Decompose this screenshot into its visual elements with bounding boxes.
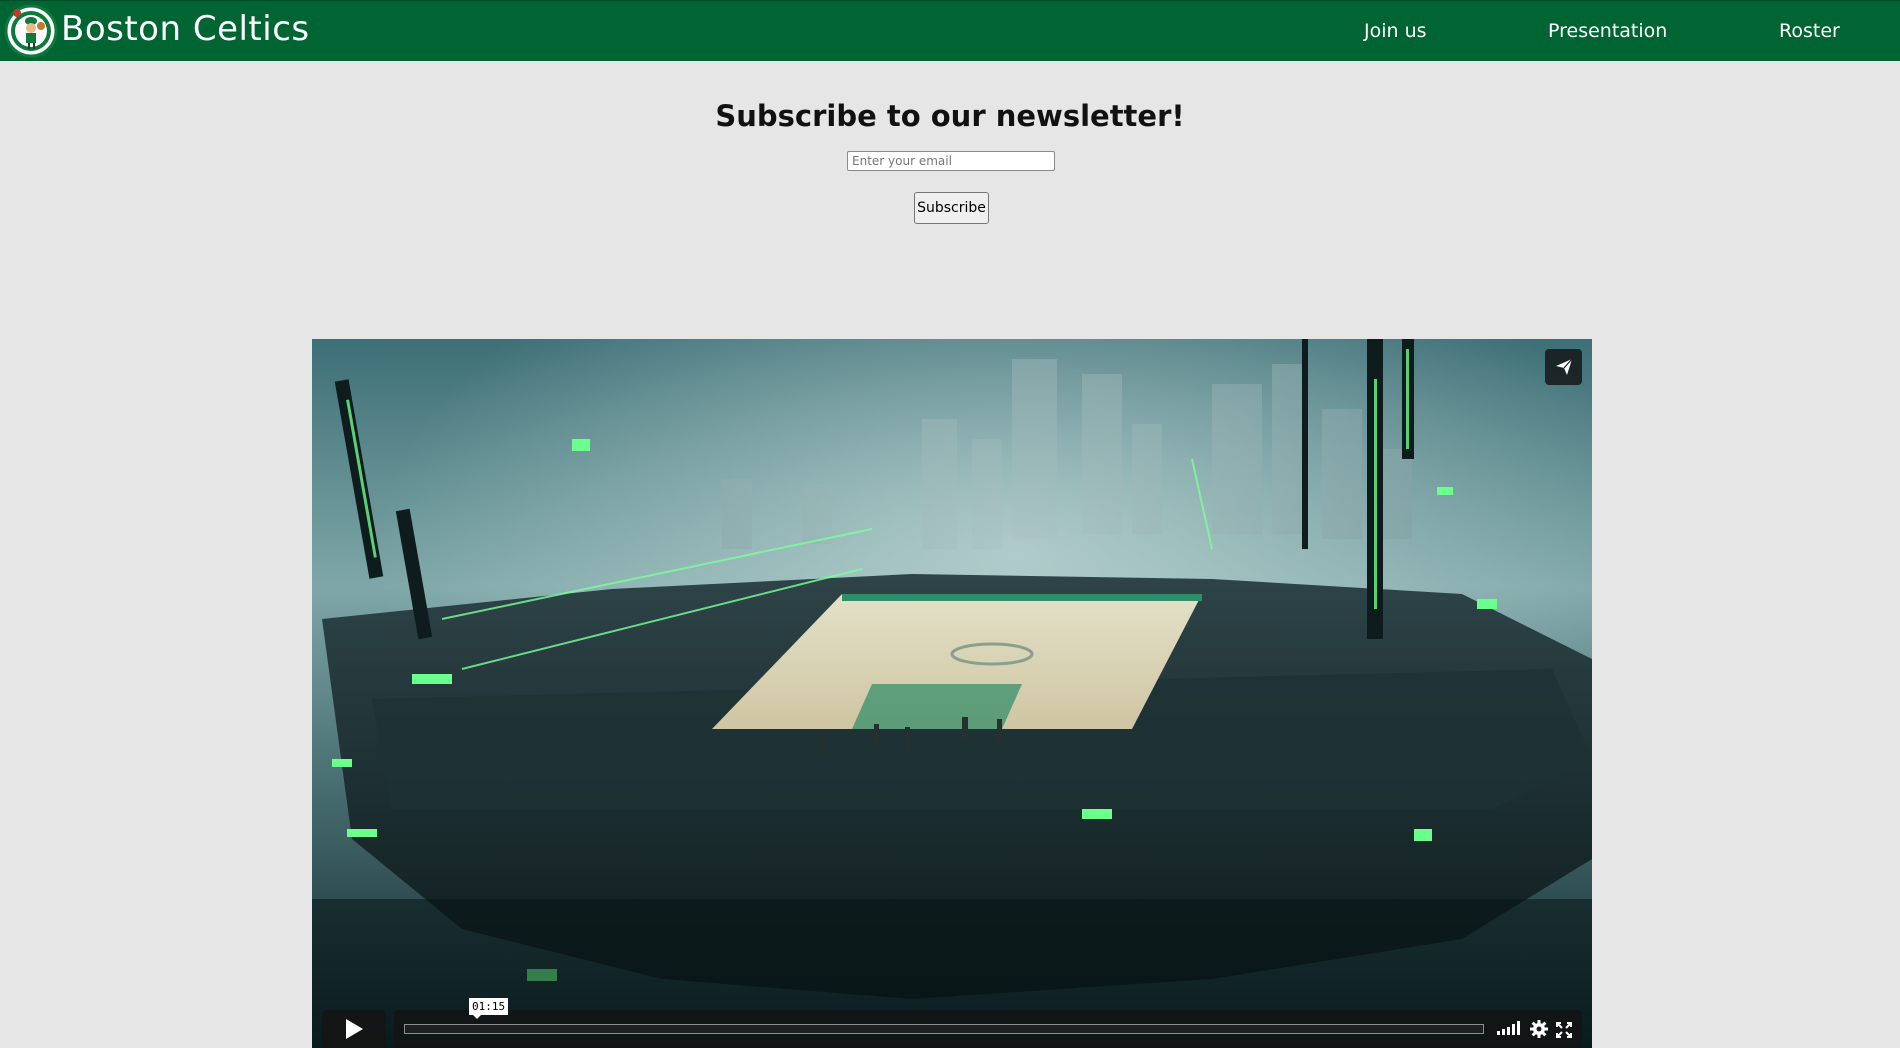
progress-bar[interactable] xyxy=(404,1024,1484,1034)
play-icon xyxy=(346,1019,363,1039)
celtics-logo-icon[interactable] xyxy=(4,4,58,58)
control-bar: 01:15 xyxy=(394,998,1582,1048)
nav-roster[interactable]: Roster xyxy=(1779,20,1840,42)
video-player[interactable]: 01:15 xyxy=(312,339,1592,1048)
time-indicator: 01:15 xyxy=(469,998,509,1019)
site-header: Boston Celtics Join us Presentation Rost… xyxy=(0,0,1900,61)
subscribe-button[interactable]: Subscribe xyxy=(914,192,989,224)
gear-icon[interactable] xyxy=(1530,1020,1548,1038)
nav-presentation[interactable]: Presentation xyxy=(1548,20,1667,42)
nav-join-us[interactable]: Join us xyxy=(1364,20,1427,42)
paper-plane-icon xyxy=(1555,358,1572,375)
brand-title[interactable]: Boston Celtics xyxy=(61,9,310,49)
share-button[interactable] xyxy=(1545,349,1582,385)
email-input[interactable] xyxy=(847,151,1055,171)
volume-bars-icon[interactable] xyxy=(1497,1021,1521,1035)
video-frame xyxy=(312,339,1592,1048)
fullscreen-icon[interactable] xyxy=(1556,1022,1572,1038)
play-button[interactable] xyxy=(322,1010,386,1048)
video-controls: 01:15 xyxy=(312,998,1592,1048)
newsletter-title: Subscribe to our newsletter! xyxy=(715,99,1185,133)
